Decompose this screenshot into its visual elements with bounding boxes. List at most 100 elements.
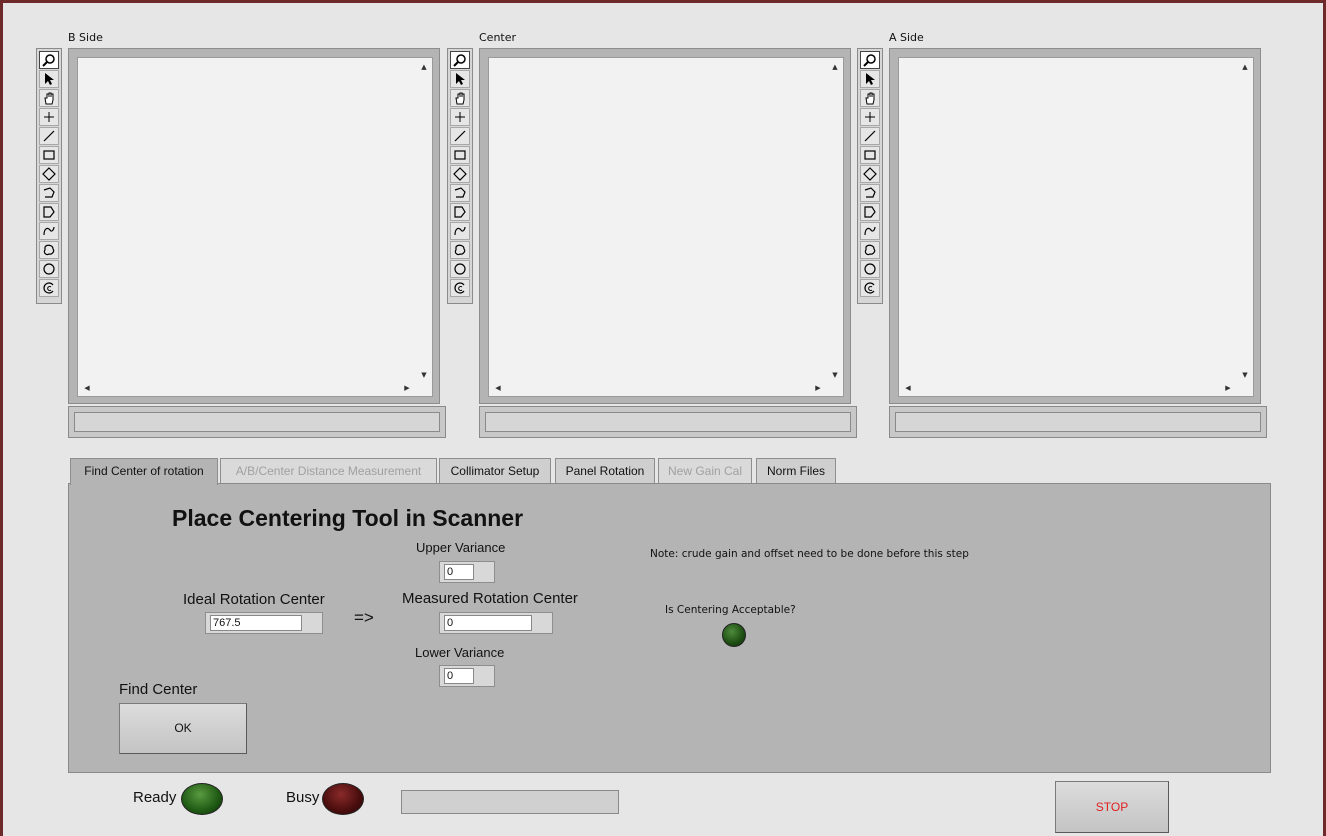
stop-button[interactable]: STOP [1055,781,1169,833]
scroll-right-arrow-icon[interactable]: ▶ [813,383,823,393]
scroll-right-arrow-icon[interactable]: ▶ [1223,383,1233,393]
vertical-scrollbar[interactable]: ▲ ▼ [1240,62,1250,380]
rotated-rectangle-icon[interactable] [39,165,59,183]
polygon-icon[interactable] [39,203,59,221]
rectangle-icon[interactable] [860,146,880,164]
broken-annulus-icon[interactable] [39,279,59,297]
image-display-b-side[interactable]: ▲ ▼ ◀ ▶ [68,48,440,404]
find-center-ok-button[interactable]: OK [119,703,247,754]
broken-annulus-icon[interactable] [450,279,470,297]
pointer-icon[interactable] [450,70,470,88]
status-bar-a-side [889,406,1267,438]
zoom-icon[interactable] [39,51,59,69]
tab-norm-files[interactable]: Norm Files [756,458,836,484]
scroll-right-arrow-icon[interactable]: ▶ [402,383,412,393]
tool-palette-center [447,48,473,304]
freehand-icon[interactable] [450,222,470,240]
pan-hand-icon[interactable] [39,89,59,107]
point-crosshair-icon[interactable] [860,108,880,126]
oval-icon[interactable] [860,260,880,278]
scroll-up-arrow-icon[interactable]: ▲ [830,62,840,72]
image-display-a-side[interactable]: ▲ ▼ ◀ ▶ [889,48,1261,404]
horizontal-scrollbar[interactable]: ◀ ▶ [903,383,1233,393]
status-bar-b-side [68,406,446,438]
panel-heading: Place Centering Tool in Scanner [172,505,524,531]
vertical-scrollbar[interactable]: ▲ ▼ [830,62,840,380]
polygon-icon[interactable] [860,203,880,221]
tool-palette-b-side [36,48,62,304]
upper-variance-field[interactable]: 0 [439,561,495,583]
annulus-icon[interactable] [860,184,880,202]
point-crosshair-icon[interactable] [39,108,59,126]
tab-find-center-of-rotation[interactable]: Find Center of rotation [70,458,218,485]
progress-bar [401,790,619,814]
rotated-rectangle-icon[interactable] [860,165,880,183]
lower-variance-field[interactable]: 0 [439,665,495,687]
display-title-a-side: A Side [889,31,924,44]
arrow-symbol: => [354,608,374,627]
busy-label: Busy [286,789,320,806]
point-crosshair-icon[interactable] [450,108,470,126]
lower-variance-value[interactable]: 0 [444,668,474,684]
display-title-center: Center [479,31,517,44]
busy-led-indicator [322,783,364,815]
horizontal-scrollbar[interactable]: ◀ ▶ [493,383,823,393]
upper-variance-label: Upper Variance [416,540,506,555]
annulus-icon[interactable] [450,184,470,202]
pointer-icon[interactable] [39,70,59,88]
tab-collimator-setup[interactable]: Collimator Setup [439,458,551,484]
pan-hand-icon[interactable] [860,89,880,107]
scroll-up-arrow-icon[interactable]: ▲ [1240,62,1250,72]
find-center-label: Find Center [119,681,198,698]
ideal-rotation-center-field: 767.5 [205,612,323,634]
upper-variance-value[interactable]: 0 [444,564,474,580]
pointer-icon[interactable] [860,70,880,88]
tab-distance-measurement[interactable]: A/B/Center Distance Measurement [220,458,437,484]
tab-panel-rotation[interactable]: Panel Rotation [555,458,655,484]
freehand-icon[interactable] [860,222,880,240]
line-icon[interactable] [450,127,470,145]
vertical-scrollbar[interactable]: ▲ ▼ [419,62,429,380]
centering-acceptable-label: Is Centering Acceptable? [665,604,796,616]
tool-palette-a-side [857,48,883,304]
measured-rotation-center-field: 0 [439,612,553,634]
rectangle-icon[interactable] [450,146,470,164]
centering-acceptable-led-indicator [722,623,746,647]
freehand-region-icon[interactable] [450,241,470,259]
image-display-center[interactable]: ▲ ▼ ◀ ▶ [479,48,851,404]
pan-hand-icon[interactable] [450,89,470,107]
scroll-down-arrow-icon[interactable]: ▼ [419,370,429,380]
ideal-rotation-center-label: Ideal Rotation Center [183,591,325,608]
scroll-left-arrow-icon[interactable]: ◀ [493,383,503,393]
measured-rotation-center-label: Measured Rotation Center [402,590,578,607]
annulus-icon[interactable] [39,184,59,202]
oval-icon[interactable] [39,260,59,278]
scroll-left-arrow-icon[interactable]: ◀ [903,383,913,393]
rectangle-icon[interactable] [39,146,59,164]
line-icon[interactable] [39,127,59,145]
oval-icon[interactable] [450,260,470,278]
scroll-down-arrow-icon[interactable]: ▼ [830,370,840,380]
ready-label: Ready [133,789,177,806]
scroll-up-arrow-icon[interactable]: ▲ [419,62,429,72]
tab-new-gain-cal[interactable]: New Gain Cal [658,458,752,484]
image-canvas[interactable]: ▲ ▼ ◀ ▶ [898,57,1254,397]
status-bar-center [479,406,857,438]
horizontal-scrollbar[interactable]: ◀ ▶ [82,383,412,393]
broken-annulus-icon[interactable] [860,279,880,297]
freehand-icon[interactable] [39,222,59,240]
zoom-icon[interactable] [860,51,880,69]
scroll-left-arrow-icon[interactable]: ◀ [82,383,92,393]
zoom-icon[interactable] [450,51,470,69]
image-canvas[interactable]: ▲ ▼ ◀ ▶ [488,57,844,397]
freehand-region-icon[interactable] [39,241,59,259]
lower-variance-label: Lower Variance [415,645,505,660]
line-icon[interactable] [860,127,880,145]
polygon-icon[interactable] [450,203,470,221]
image-canvas[interactable]: ▲ ▼ ◀ ▶ [77,57,433,397]
freehand-region-icon[interactable] [860,241,880,259]
rotated-rectangle-icon[interactable] [450,165,470,183]
display-title-b-side: B Side [68,31,103,44]
measured-rotation-center-value: 0 [444,615,532,631]
scroll-down-arrow-icon[interactable]: ▼ [1240,370,1250,380]
